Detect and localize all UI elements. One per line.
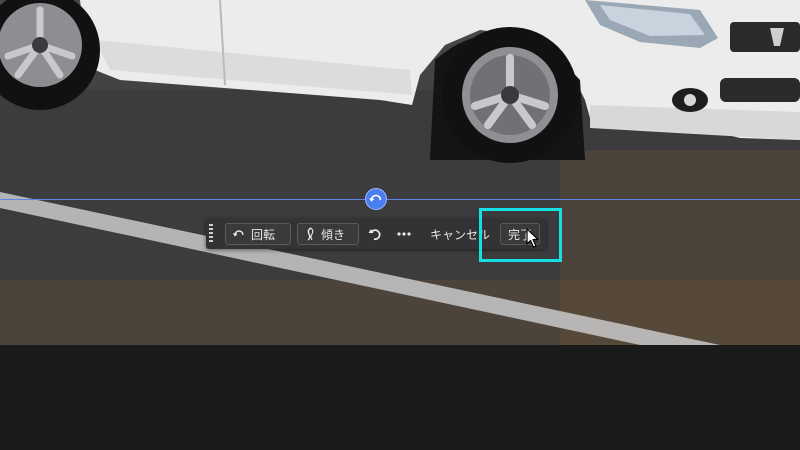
rotate-handle[interactable]: [365, 188, 387, 210]
rotate-button[interactable]: 回転: [225, 223, 291, 245]
cursor-arrow-icon: [526, 228, 539, 248]
skew-icon: [307, 227, 314, 241]
rotate-button-label: 回転: [251, 227, 276, 242]
rotate-icon: [232, 230, 244, 237]
rotation-guide-line: [0, 199, 800, 200]
done-button-highlight: [479, 208, 562, 262]
toolbar-drag-handle[interactable]: [209, 224, 213, 244]
undo-button[interactable]: [367, 223, 383, 245]
skew-button[interactable]: 傾き: [297, 223, 359, 245]
car-photo: [0, 0, 800, 345]
more-icon: [397, 232, 411, 236]
undo-icon: [368, 229, 381, 241]
image-canvas[interactable]: 回転 傾き キャンセル 完了: [0, 0, 800, 345]
rotate-handle-icon: [369, 194, 382, 202]
more-options-button[interactable]: [396, 223, 412, 245]
bottom-panel: [0, 345, 800, 450]
skew-button-label: 傾き: [321, 227, 346, 242]
